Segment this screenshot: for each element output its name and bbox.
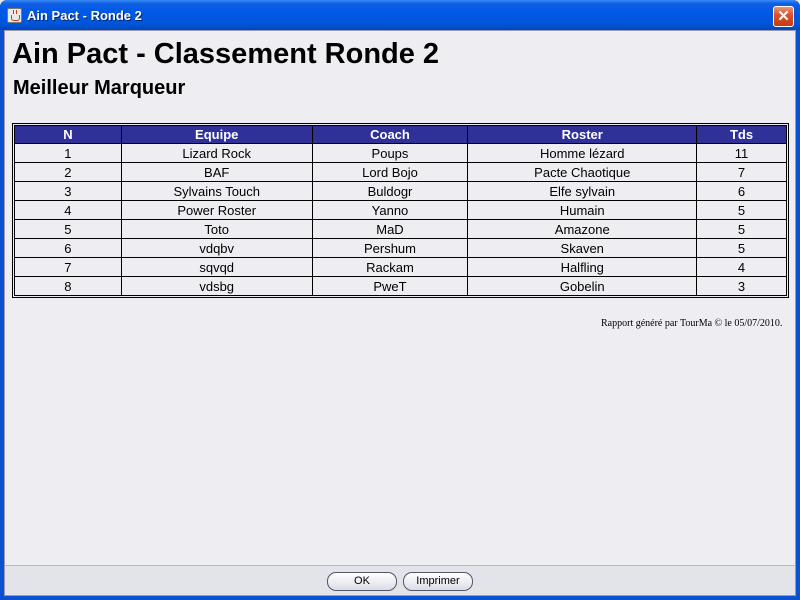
column-header-tds: Tds (696, 125, 787, 144)
cell-tds: 6 (696, 181, 787, 201)
ranking-table-frame: N Equipe Coach Roster Tds 1 Lizard Rock … (12, 123, 789, 298)
cell-coach: MaD (311, 219, 469, 239)
cell-team: sqvqd (120, 257, 313, 277)
table-row: 2 BAF Lord Bojo Pacte Chaotique 7 (14, 162, 787, 182)
cell-roster: Halfling (467, 257, 698, 277)
cell-coach: Yanno (311, 200, 469, 220)
column-header-roster: Roster (467, 125, 698, 144)
table-row: 4 Power Roster Yanno Humain 5 (14, 200, 787, 220)
cell-team: vdsbg (120, 276, 313, 296)
cell-roster: Elfe sylvain (467, 181, 698, 201)
ranking-table: N Equipe Coach Roster Tds 1 Lizard Rock … (14, 125, 787, 296)
print-button[interactable]: Imprimer (403, 572, 473, 591)
cell-coach: Pershum (311, 238, 469, 258)
column-header-equipe: Equipe (120, 125, 313, 144)
app-window: Ain Pact - Ronde 2 ✕ Ain Pact - Classeme… (0, 0, 800, 600)
column-header-coach: Coach (311, 125, 469, 144)
cell-roster: Humain (467, 200, 698, 220)
table-row: 1 Lizard Rock Poups Homme lézard 11 (14, 143, 787, 163)
page-subtitle: Meilleur Marqueur (13, 77, 186, 99)
cell-rank: 1 (14, 143, 122, 163)
report-footer: Rapport généré par TourMa © le 05/07/201… (601, 318, 783, 329)
table-row: 3 Sylvains Touch Buldogr Elfe sylvain 6 (14, 181, 787, 201)
cell-coach: Buldogr (311, 181, 469, 201)
cell-tds: 11 (696, 143, 787, 163)
cell-tds: 3 (696, 276, 787, 296)
cell-roster: Pacte Chaotique (467, 162, 698, 182)
table-row: 8 vdsbg PweT Gobelin 3 (14, 276, 787, 296)
cell-coach: PweT (311, 276, 469, 296)
cell-team: Lizard Rock (120, 143, 313, 163)
window-title: Ain Pact - Ronde 2 (27, 8, 142, 23)
cell-tds: 5 (696, 200, 787, 220)
report-panel: Ain Pact - Classement Ronde 2 Meilleur M… (4, 30, 796, 596)
column-header-n: N (14, 125, 122, 144)
cell-rank: 2 (14, 162, 122, 182)
table-row: 5 Toto MaD Amazone 5 (14, 219, 787, 239)
page-title: Ain Pact - Classement Ronde 2 (12, 38, 440, 70)
cell-coach: Lord Bojo (311, 162, 469, 182)
table-header-row: N Equipe Coach Roster Tds (14, 125, 787, 144)
cell-team: vdqbv (120, 238, 313, 258)
button-bar: OK Imprimer (5, 565, 795, 595)
cell-team: Power Roster (120, 200, 313, 220)
cell-tds: 4 (696, 257, 787, 277)
table-row: 6 vdqbv Pershum Skaven 5 (14, 238, 787, 258)
cell-tds: 5 (696, 238, 787, 258)
cell-team: Sylvains Touch (120, 181, 313, 201)
table-row: 7 sqvqd Rackam Halfling 4 (14, 257, 787, 277)
java-app-icon (7, 8, 22, 23)
cell-rank: 5 (14, 219, 122, 239)
cell-roster: Amazone (467, 219, 698, 239)
title-bar[interactable]: Ain Pact - Ronde 2 ✕ (0, 0, 800, 30)
cell-roster: Skaven (467, 238, 698, 258)
cell-tds: 7 (696, 162, 787, 182)
cell-roster: Homme lézard (467, 143, 698, 163)
ok-button[interactable]: OK (327, 572, 397, 591)
cell-rank: 8 (14, 276, 122, 296)
cell-team: BAF (120, 162, 313, 182)
cell-rank: 3 (14, 181, 122, 201)
cell-rank: 6 (14, 238, 122, 258)
cell-coach: Rackam (311, 257, 469, 277)
cell-coach: Poups (311, 143, 469, 163)
cell-team: Toto (120, 219, 313, 239)
cell-roster: Gobelin (467, 276, 698, 296)
cell-rank: 7 (14, 257, 122, 277)
cell-tds: 5 (696, 219, 787, 239)
cell-rank: 4 (14, 200, 122, 220)
close-button[interactable]: ✕ (773, 6, 794, 27)
